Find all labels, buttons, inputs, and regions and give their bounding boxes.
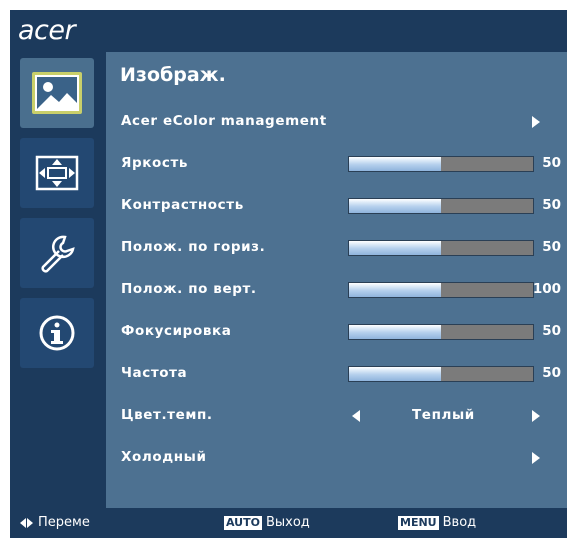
slider-fill bbox=[349, 325, 441, 339]
position-icon bbox=[35, 155, 79, 191]
image-icon bbox=[31, 71, 83, 115]
contrast-slider[interactable] bbox=[348, 198, 534, 214]
move-label: Переме bbox=[38, 515, 90, 530]
slider-fill bbox=[349, 241, 441, 255]
sidebar-item-info[interactable] bbox=[20, 298, 94, 368]
move-hint: Переме bbox=[20, 515, 90, 530]
arrow-left-icon[interactable] bbox=[352, 410, 360, 422]
sidebar bbox=[10, 52, 106, 502]
wrench-icon bbox=[37, 233, 77, 273]
focus-slider[interactable] bbox=[348, 324, 534, 340]
row-label: Полож. по гориз. bbox=[121, 239, 266, 255]
menu-row-focus[interactable]: Фокусировка 50 bbox=[106, 312, 567, 352]
menu-label: Ввод bbox=[442, 515, 477, 530]
menu-key: MENU bbox=[398, 515, 439, 530]
row-label: Контрастность bbox=[121, 197, 244, 213]
row-label: Фокусировка bbox=[121, 323, 232, 339]
arrow-right-icon bbox=[532, 452, 540, 464]
v-position-slider[interactable] bbox=[348, 282, 534, 298]
slider-fill bbox=[349, 157, 441, 171]
menu-row-brightness[interactable]: Яркость 50 bbox=[106, 144, 567, 184]
clock-slider[interactable] bbox=[348, 366, 534, 382]
brightness-slider[interactable] bbox=[348, 156, 534, 172]
auto-hint: AUTO Выход bbox=[224, 515, 310, 530]
menu-hint: MENU Ввод bbox=[398, 515, 476, 530]
row-value: 50 bbox=[542, 239, 561, 255]
arrow-right-icon bbox=[27, 517, 33, 528]
row-label: Полож. по верт. bbox=[121, 281, 257, 297]
footer-hints: Переме AUTO Выход MENU Ввод bbox=[10, 508, 567, 538]
slider-fill bbox=[349, 367, 441, 381]
row-label: Холодный bbox=[121, 449, 207, 465]
row-value: 100 bbox=[532, 281, 561, 297]
osd-window: acer Изображ. Acer eColor management Ярк… bbox=[10, 10, 567, 538]
menu-row-ecolor[interactable]: Acer eColor management bbox=[106, 102, 567, 142]
auto-label: Выход bbox=[265, 515, 310, 530]
h-position-slider[interactable] bbox=[348, 240, 534, 256]
arrow-right-icon[interactable] bbox=[532, 410, 540, 422]
panel-title: Изображ. bbox=[120, 64, 226, 86]
sidebar-item-position[interactable] bbox=[20, 138, 94, 208]
arrow-left-icon bbox=[20, 517, 26, 528]
menu-row-v-position[interactable]: Полож. по верт. 100 bbox=[106, 270, 567, 310]
menu-row-clock[interactable]: Частота 50 bbox=[106, 354, 567, 394]
row-value: 50 bbox=[542, 323, 561, 339]
row-label: Acer eColor management bbox=[121, 113, 327, 129]
menu-row-h-position[interactable]: Полож. по гориз. 50 bbox=[106, 228, 567, 268]
row-value: 50 bbox=[542, 155, 561, 171]
slider-fill bbox=[349, 283, 441, 297]
menu-row-cool[interactable]: Холодный bbox=[106, 438, 567, 478]
row-value: 50 bbox=[542, 365, 561, 381]
row-label: Яркость bbox=[121, 155, 189, 171]
row-label: Цвет.темп. bbox=[121, 407, 213, 423]
row-value: 50 bbox=[542, 197, 561, 213]
info-icon bbox=[37, 313, 77, 353]
color-temp-value: Теплый bbox=[412, 407, 475, 423]
auto-key: AUTO bbox=[224, 515, 262, 530]
menu-panel: Изображ. Acer eColor management Яркость … bbox=[106, 52, 567, 508]
acer-logo: acer bbox=[18, 15, 76, 46]
arrow-right-icon bbox=[532, 116, 540, 128]
row-label: Частота bbox=[121, 365, 188, 381]
sidebar-item-settings[interactable] bbox=[20, 218, 94, 288]
menu-row-color-temp[interactable]: Цвет.темп. Теплый bbox=[106, 396, 567, 436]
slider-fill bbox=[349, 199, 441, 213]
menu-row-contrast[interactable]: Контрастность 50 bbox=[106, 186, 567, 226]
sidebar-item-image[interactable] bbox=[20, 58, 94, 128]
